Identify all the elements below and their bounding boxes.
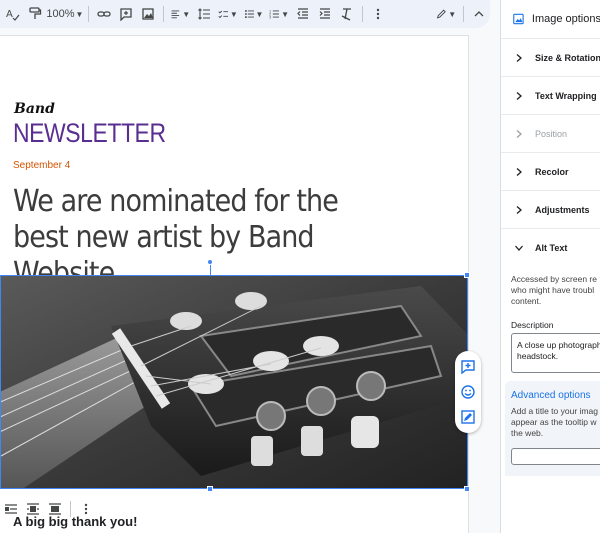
insert-image-icon[interactable] <box>137 2 159 26</box>
advanced-options-help: Add a title to your imag appear as the t… <box>511 406 600 439</box>
clear-formatting-icon[interactable] <box>336 2 358 26</box>
toolbar-divider <box>362 6 363 22</box>
line-spacing-icon[interactable] <box>193 2 215 26</box>
chevron-right-icon <box>516 129 522 138</box>
floating-action-bar <box>455 351 481 433</box>
numbered-list-icon[interactable]: 123 ▼ <box>266 2 292 26</box>
section-text-wrapping[interactable]: Text Wrapping <box>501 76 600 114</box>
rotate-handle[interactable] <box>207 259 213 265</box>
chevron-right-icon <box>516 91 522 100</box>
bulleted-list-icon[interactable]: ▼ <box>241 2 267 26</box>
editing-mode-icon[interactable]: ▼ <box>433 2 459 26</box>
suggest-edit-icon[interactable] <box>460 409 476 425</box>
chevron-down-icon: ▼ <box>75 9 84 19</box>
section-label: Recolor <box>535 166 569 177</box>
align-left-icon[interactable]: ▼ <box>167 2 193 26</box>
description-line: headstock. <box>517 351 559 361</box>
chevron-down-icon: ▼ <box>255 9 264 19</box>
decrease-indent-icon[interactable] <box>292 2 314 26</box>
alt-text-intro: Accessed by screen re who might have tro… <box>511 274 600 307</box>
zoom-select[interactable]: 100% ▼ <box>46 2 84 26</box>
chevron-down-icon: ▼ <box>448 9 457 19</box>
svg-text:3: 3 <box>269 16 271 20</box>
chevron-down-icon: ▼ <box>229 9 238 19</box>
advanced-options-link[interactable]: Advanced options <box>511 390 591 401</box>
resize-handle-top-right[interactable] <box>464 272 470 278</box>
advanced-help-line: Add a title to your imag <box>511 406 598 416</box>
description-label: Description <box>511 320 554 330</box>
section-label: Text Wrapping <box>535 90 597 101</box>
chevron-down-icon: ▼ <box>281 9 290 19</box>
insert-link-icon[interactable] <box>93 2 115 26</box>
newsletter-masthead: NEWSLETTER <box>13 118 166 148</box>
paint-format-icon[interactable] <box>24 2 46 26</box>
svg-text:A: A <box>6 9 13 20</box>
description-line: A close up photograph <box>517 340 600 350</box>
increase-indent-icon[interactable] <box>314 2 336 26</box>
checklist-icon[interactable]: ▼ <box>215 2 241 26</box>
add-comment-icon[interactable] <box>460 359 476 375</box>
issue-date: September 4 <box>13 160 71 171</box>
panel-title: Image options <box>531 13 600 25</box>
panel-header: Image options <box>501 0 600 38</box>
image-icon <box>513 13 524 25</box>
section-label: Position <box>535 128 568 139</box>
guitar-headstock-image[interactable] <box>0 275 468 489</box>
section-position: Position <box>501 114 600 152</box>
section-alt-text[interactable]: Alt Text <box>501 228 600 266</box>
toolbar-divider <box>162 6 164 22</box>
title-input[interactable] <box>511 448 600 465</box>
toolbar-divider <box>463 6 464 22</box>
section-label: Size & Rotation <box>534 52 600 63</box>
subheading[interactable]: A big big thank you! <box>13 514 137 529</box>
emoji-reaction-icon[interactable] <box>460 384 476 400</box>
alt-text-intro-line: content. <box>511 296 542 306</box>
section-label: Adjustments <box>535 204 590 215</box>
advanced-help-line: appear as the tooltip w <box>511 417 597 427</box>
section-adjustments[interactable]: Adjustments <box>501 190 600 228</box>
section-size-rotation[interactable]: Size & Rotation <box>501 38 600 76</box>
advanced-options-section: Advanced options Add a title to your ima… <box>505 381 600 476</box>
section-label: Alt Text <box>535 242 568 253</box>
chevron-right-icon <box>516 167 522 176</box>
document-gutter <box>468 28 500 533</box>
zoom-value: 100% <box>46 8 75 20</box>
resize-handle-bottom-right[interactable] <box>464 486 470 492</box>
chevron-down-icon <box>515 245 523 251</box>
spellcheck-icon[interactable]: A <box>2 2 24 26</box>
description-textarea[interactable]: A close up photograph headstock. <box>511 333 600 373</box>
section-recolor[interactable]: Recolor <box>501 152 600 190</box>
alt-text-intro-line: Accessed by screen re <box>511 274 597 284</box>
advanced-help-line: the web. <box>511 428 544 438</box>
add-comment-icon[interactable] <box>115 2 137 26</box>
band-logo: Band <box>14 101 55 117</box>
collapse-toolbar-icon[interactable] <box>468 2 490 26</box>
toolbar-divider <box>87 6 89 22</box>
chevron-down-icon: ▼ <box>182 9 191 19</box>
guitar-headstock-photo <box>1 276 467 488</box>
resize-handle-bottom-center[interactable] <box>207 486 213 492</box>
chevron-right-icon <box>516 205 522 214</box>
more-options-icon[interactable] <box>367 2 389 26</box>
editing-toolbar: A 100% ▼ ▼ ▼ ▼ 123 ▼ ▼ <box>0 0 490 28</box>
alt-text-intro-line: who might have troubl <box>511 285 595 295</box>
chevron-right-icon <box>516 53 522 62</box>
